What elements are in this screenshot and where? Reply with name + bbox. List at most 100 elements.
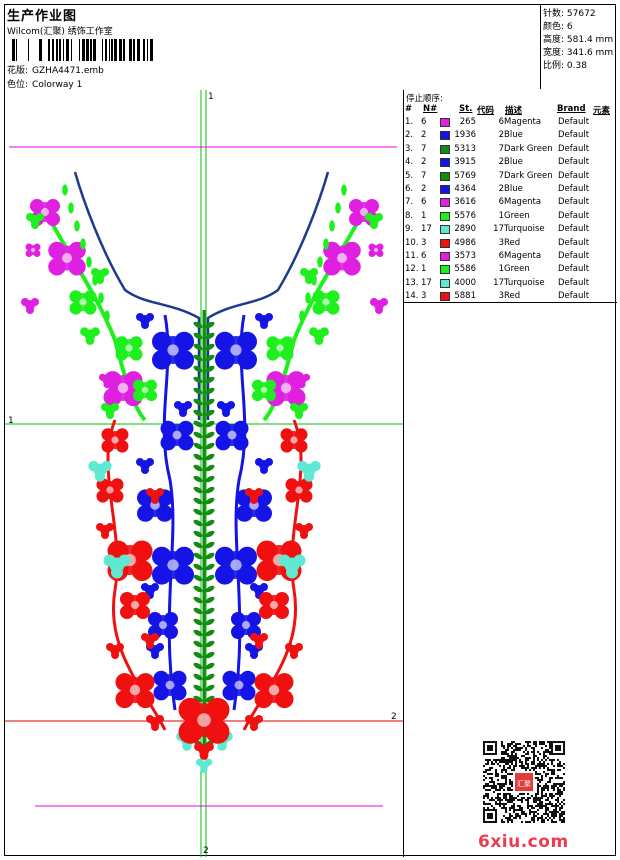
bottom-red-bud — [194, 742, 214, 760]
red-bud — [295, 523, 313, 539]
stop-sequence-row: 2. 2 1936 2 Blue Default — [404, 130, 617, 143]
blue-bud — [136, 458, 154, 474]
thread-color-swatch — [440, 238, 450, 248]
magenta-bud — [370, 298, 388, 314]
row-description: Blue — [504, 184, 523, 194]
row-brand: Default — [558, 237, 590, 248]
green-leaf — [305, 292, 311, 304]
green-leaf — [323, 238, 329, 250]
row-stitches: 3915 — [454, 157, 476, 168]
row-brand: Default — [558, 197, 590, 208]
production-sheet: 生产作业图 Wilcom(汇聚) 绣饰工作室 花版: GZHA4471.emb 色… — [4, 4, 617, 857]
red-flower — [96, 478, 124, 503]
stop-sequence-row: 8. 1 5576 1 Green Default — [404, 211, 617, 224]
stat-height: 高度: 581.4 mm — [543, 35, 614, 45]
stop-sequence-row: 10. 3 4986 3 Red Default — [404, 238, 617, 251]
stop-sequence-row: 6. 2 4364 2 Blue Default — [404, 184, 617, 197]
row-needle: 3 — [421, 291, 427, 302]
row-needle: 7 — [421, 143, 427, 154]
blue-flower — [153, 670, 187, 701]
colorway-label: 色位: — [7, 80, 29, 90]
blue-flower — [215, 420, 249, 451]
thread-color-swatch — [440, 158, 450, 168]
green-leaf — [311, 274, 317, 286]
row-description: Turquoise — [504, 277, 545, 288]
row-brand: Default — [558, 224, 590, 235]
row-stitches: 3573 — [454, 251, 476, 261]
green-flower — [133, 379, 157, 402]
row-description: Green — [504, 264, 530, 275]
green-flower — [115, 336, 143, 361]
green-flower — [312, 290, 340, 315]
row-num: 7. — [405, 197, 414, 208]
magenta-bud — [21, 298, 39, 314]
red-flower — [101, 428, 129, 453]
green-flower — [252, 379, 276, 402]
bottom-turquoise-bud — [195, 758, 213, 774]
green-leaf — [68, 202, 74, 214]
red-flower — [280, 428, 308, 453]
embroidery-preview-canvas[interactable]: 1 1 2 2 — [5, 90, 404, 857]
magenta-flower — [323, 241, 361, 276]
row-stitches: 1936 — [454, 130, 476, 141]
watermark-text: 6xiu.com — [478, 832, 569, 852]
row-stitches: 4364 — [454, 184, 476, 194]
row-needle: 1 — [421, 210, 427, 221]
qr-code-image[interactable]: 汇聚 — [483, 741, 565, 823]
thread-color-swatch — [440, 131, 450, 141]
page-title: 生产作业图 — [7, 9, 78, 24]
green-leaf — [98, 292, 104, 304]
stop-sequence-title: 停止顺序: — [406, 94, 443, 104]
thread-color-swatch — [440, 225, 450, 235]
qr-badge-label: 汇聚 — [517, 780, 531, 788]
stop-sequence-row: 14. 3 5881 3 Red Default — [404, 291, 617, 304]
row-brand: Default — [558, 130, 590, 141]
row-num: 8. — [405, 210, 414, 221]
row-num: 2. — [405, 130, 414, 141]
row-needle: 1 — [421, 264, 427, 275]
stat-color-count: 颜色: 6 — [543, 22, 573, 32]
row-num: 6. — [405, 184, 414, 194]
barcode-image — [12, 39, 153, 61]
row-num: 1. — [405, 117, 414, 127]
red-flower — [285, 478, 313, 503]
guide-label-bottom: 2 — [203, 846, 209, 856]
row-description: Red — [504, 237, 521, 248]
row-num: 11. — [405, 251, 419, 261]
thread-color-swatch — [440, 144, 450, 154]
row-num: 12. — [405, 264, 419, 275]
stop-sequence-row: 5. 7 5769 7 Dark Green Default — [404, 171, 617, 184]
thread-color-swatch — [440, 252, 450, 261]
thread-color-swatch — [440, 292, 450, 302]
design-label: 花版: — [7, 66, 29, 76]
magenta-flower — [48, 241, 86, 276]
row-stitches: 5586 — [454, 264, 476, 275]
col-stitches-header: St. — [459, 104, 473, 114]
stop-sequence-row: 13. 17 4000 17 Turquoise Default — [404, 278, 617, 291]
stat-width: 宽度: 341.6 mm — [543, 48, 614, 58]
magenta-flower — [368, 243, 384, 257]
design-stats: 针数: 57672 颜色: 6 高度: 581.4 mm 宽度: 341.6 m… — [541, 5, 617, 89]
stop-sequence-header: # N# St. 代码 描述 Brand 元素 — [404, 104, 617, 116]
blue-flower — [152, 331, 194, 370]
col-needle-header: N# — [423, 104, 438, 114]
col-num-header: # — [405, 104, 413, 114]
thread-color-swatch — [440, 211, 450, 221]
row-brand: Default — [558, 157, 590, 168]
blue-bud — [136, 313, 154, 329]
row-needle: 17 — [421, 224, 432, 235]
row-brand: Default — [558, 291, 590, 302]
row-needle: 2 — [421, 157, 427, 168]
red-flower — [115, 673, 155, 709]
green-bud — [101, 403, 119, 419]
green-leaf — [80, 238, 86, 250]
row-description: Red — [504, 291, 521, 302]
stat-stitch-count: 针数: 57672 — [543, 9, 596, 19]
thread-color-swatch — [440, 171, 450, 181]
row-brand: Default — [558, 210, 590, 221]
row-description: Turquoise — [504, 224, 545, 235]
stat-scale: 比例: 0.38 — [543, 61, 587, 71]
green-bud — [80, 327, 100, 345]
blue-flower — [152, 546, 194, 585]
green-leaf — [104, 310, 110, 322]
